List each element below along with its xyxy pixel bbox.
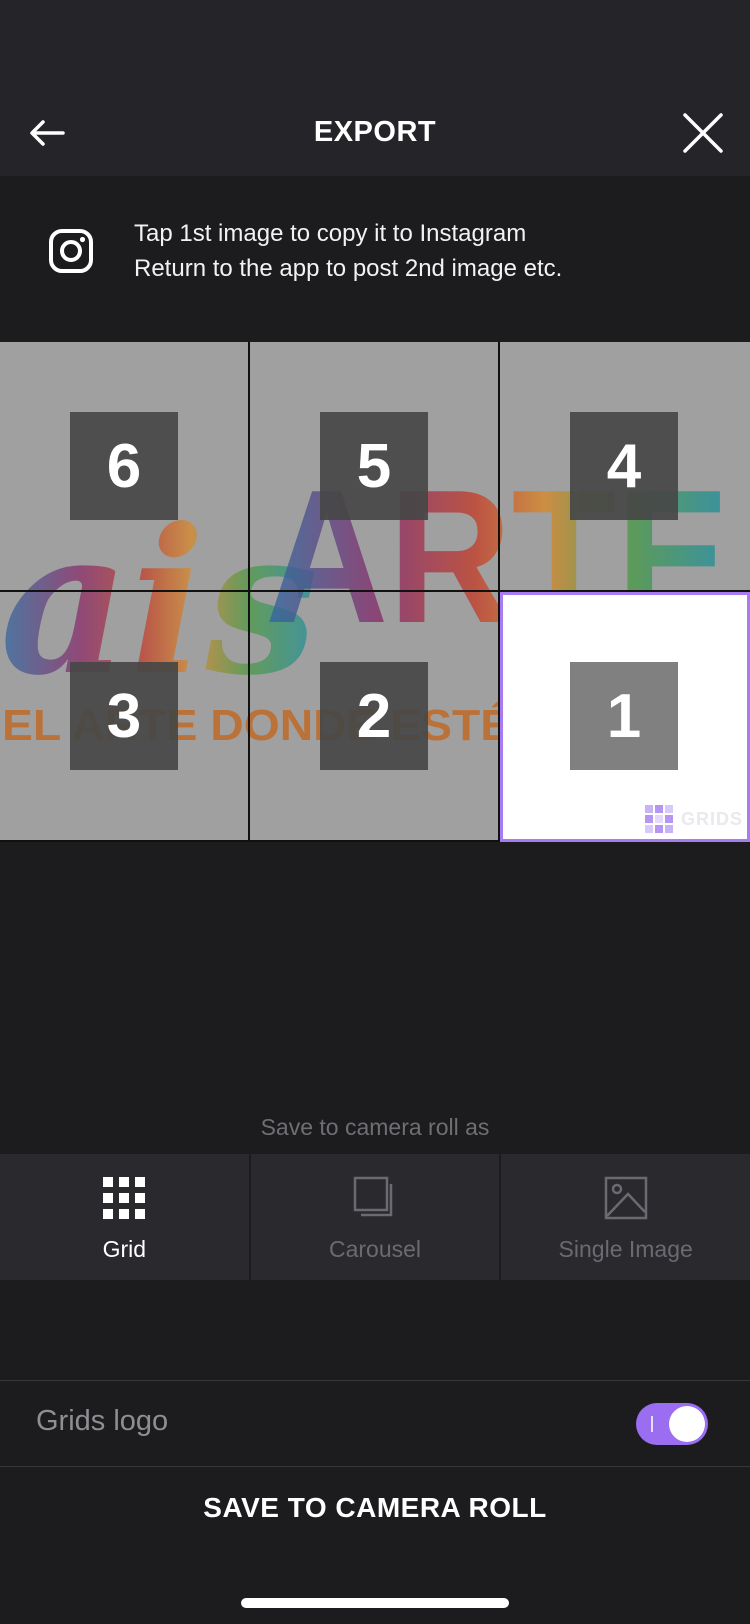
save-to-camera-roll-button[interactable]: SAVE TO CAMERA ROLL — [0, 1492, 750, 1524]
cell-number: 4 — [570, 412, 678, 520]
home-indicator — [241, 1598, 509, 1608]
save-mode-selector: Grid Carousel Single Image — [0, 1154, 750, 1280]
cell-number: 1 — [570, 662, 678, 770]
grid-cell-3[interactable]: 3 — [0, 592, 250, 842]
grid-cell-2[interactable]: 2 — [250, 592, 500, 842]
instructions-banner: Tap 1st image to copy it to Instagram Re… — [0, 176, 750, 342]
watermark-text: GRIDS — [680, 808, 743, 829]
header: EXPORT — [0, 90, 750, 176]
mode-grid-label: Grid — [102, 1236, 147, 1262]
mode-carousel[interactable]: Carousel — [251, 1154, 502, 1280]
grids-logo-toggle[interactable] — [636, 1403, 708, 1445]
image-icon — [604, 1176, 647, 1220]
grids-logo-setting: Grids logo — [0, 1381, 750, 1465]
cell-number: 2 — [320, 662, 428, 770]
status-bar-area — [0, 0, 750, 90]
toggle-on-mark — [651, 1416, 653, 1432]
cell-number: 3 — [70, 662, 178, 770]
instructions-text: Tap 1st image to copy it to Instagram Re… — [134, 216, 562, 286]
close-button[interactable] — [678, 108, 728, 158]
grid-icon — [103, 1177, 146, 1219]
divider — [0, 1466, 750, 1467]
carousel-icon — [353, 1176, 393, 1217]
cell-number: 5 — [320, 412, 428, 520]
grids-watermark: GRIDS — [644, 805, 743, 833]
grid-cell-6[interactable]: 6 — [0, 342, 250, 592]
grids-logo-label: Grids logo — [36, 1405, 169, 1437]
grids-logo-icon — [644, 805, 673, 833]
mode-carousel-label: Carousel — [328, 1236, 422, 1262]
mode-grid[interactable]: Grid — [0, 1154, 251, 1280]
page-title: EXPORT — [313, 116, 437, 148]
instructions-line-1: Tap 1st image to copy it to Instagram — [134, 220, 527, 247]
grid-cell-5[interactable]: 5 — [250, 342, 500, 592]
mode-single-image-label: Single Image — [558, 1236, 693, 1262]
cell-number: 6 — [70, 412, 178, 520]
mode-single-image[interactable]: Single Image — [501, 1154, 750, 1280]
instructions-line-2: Return to the app to post 2nd image etc. — [134, 255, 563, 282]
toggle-knob — [669, 1406, 705, 1442]
close-icon — [683, 113, 723, 153]
grid-cell-4[interactable]: 4 — [500, 342, 750, 592]
instagram-icon — [49, 229, 93, 273]
save-as-label: Save to camera roll as — [260, 1114, 490, 1140]
grid-preview: ais ARTE EL ARTE DONDE ESTÉS 6 5 4 3 2 1 — [0, 342, 750, 842]
grid-cell-1-selected[interactable]: 1 GRIDS — [500, 592, 750, 842]
